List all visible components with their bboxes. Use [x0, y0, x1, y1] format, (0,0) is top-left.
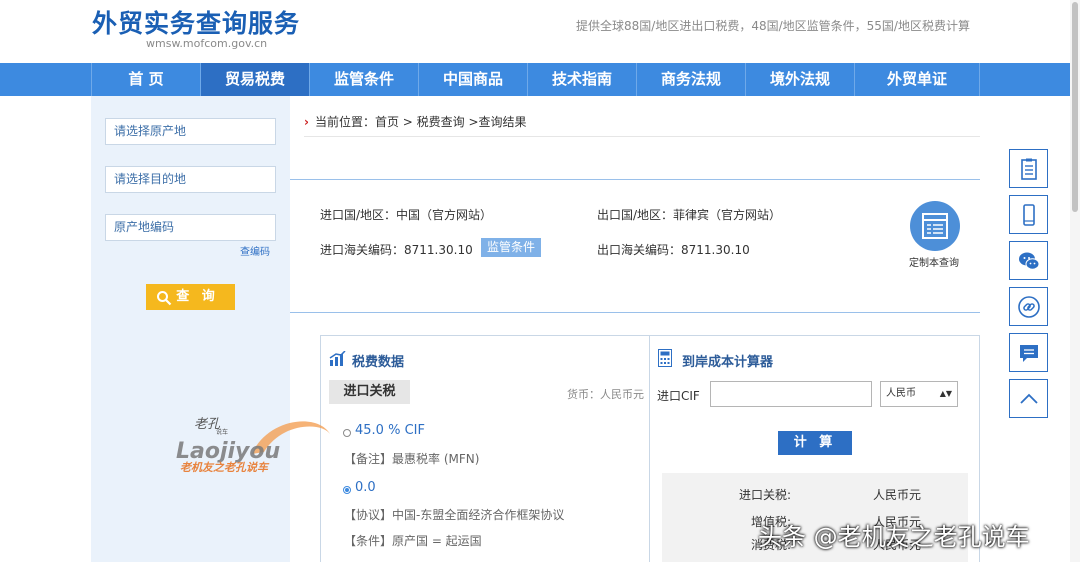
nav-item-china-goods[interactable]: 中国商品	[418, 63, 527, 96]
import-region: 进口国/地区：中国（官方网站）	[320, 208, 493, 222]
results-section-tab: 结果	[290, 289, 360, 313]
chevron-right-icon: ›	[304, 115, 309, 129]
result-import-duty-label: 进口关税:	[739, 488, 792, 502]
scrollbar-thumb[interactable]	[1072, 2, 1078, 212]
calculator-title: 到岸成本计算器	[682, 355, 774, 370]
mobile-icon	[1023, 204, 1035, 226]
conditions-title: 条件	[306, 160, 334, 176]
nav-item-foreign-law[interactable]: 境外法规	[745, 63, 854, 96]
document-list-icon	[922, 213, 948, 239]
watermark-logo: 老孔 说车 Laojiyou 老机友之老孔说车	[172, 414, 332, 474]
currency-label: 货币：人民币元	[567, 388, 644, 401]
laojiyou-logo-icon: 老孔 说车 Laojiyou 老机友之老孔说车	[176, 417, 330, 474]
main-nav: 首 页 贸易税费 监管条件 中国商品 技术指南 商务法规 境外法规 外贸单证	[0, 63, 1070, 96]
check-code-link[interactable]: 查编码	[240, 243, 270, 258]
export-hs-code: 出口海关编码：8711.30.10	[597, 243, 750, 257]
results-divider	[290, 312, 980, 313]
nav-item-business-law[interactable]: 商务法规	[636, 63, 745, 96]
origin-select[interactable]: 请选择原产地	[105, 118, 276, 145]
rate-fta-condition: 【条件】原产国 = 起运国	[344, 534, 482, 548]
float-link-button[interactable]	[1009, 287, 1048, 326]
rate-fta-agreement: 【协议】中国-东盟全面经济合作框架协议	[344, 508, 565, 522]
results-title: 结果	[306, 293, 334, 309]
breadcrumb-path[interactable]: 首页 > 税费查询 >查询结果	[375, 115, 527, 129]
site-description: 提供全球88国/地区进出口税费，48国/地区监管条件，55国/地区税费计算	[576, 19, 970, 33]
query-button[interactable]: 查 询	[146, 284, 235, 310]
cif-input[interactable]	[710, 381, 872, 407]
float-message-button[interactable]	[1009, 333, 1048, 372]
scrollbar[interactable]	[1070, 0, 1080, 562]
search-icon	[157, 291, 172, 306]
watermark-caption: 头条 @老机友之老孔说车	[758, 523, 1030, 551]
message-icon	[1020, 345, 1038, 362]
select-arrows-icon: ▲▼	[939, 389, 952, 398]
float-clipboard-button[interactable]	[1009, 149, 1048, 188]
nav-item-trade-docs[interactable]: 外贸单证	[854, 63, 979, 96]
conditions-divider	[290, 179, 980, 180]
regulation-button[interactable]: 监管条件	[481, 238, 541, 257]
bar-chart-icon	[329, 351, 346, 366]
custom-query-label[interactable]: 定制本查询	[909, 254, 959, 269]
chevron-up-icon	[1020, 393, 1038, 404]
site-domain: wmsw.mofcom.gov.cn	[146, 37, 268, 50]
breadcrumb-prefix: 当前位置：	[314, 115, 375, 129]
calculator-icon	[658, 349, 672, 367]
link-icon	[1018, 296, 1040, 318]
tax-data-title: 税费数据	[352, 355, 405, 370]
nav-item-trade-tax[interactable]: 贸易税费	[200, 63, 309, 96]
origin-code-input[interactable]: 原产地编码	[105, 214, 276, 241]
clipboard-icon	[1021, 158, 1037, 180]
currency-select-value: 人民币	[886, 388, 916, 399]
tab-import-duty[interactable]: 进口关税	[329, 380, 410, 404]
rate-mfn: 45.0 % CIF	[355, 423, 425, 438]
panel-divider	[649, 335, 650, 562]
wechat-icon	[1019, 252, 1040, 270]
rate-fta: 0.0	[355, 480, 376, 495]
breadcrumb-divider	[304, 136, 980, 137]
rate-mfn-note: 【备注】最惠税率 (MFN)	[344, 452, 480, 466]
float-mobile-button[interactable]	[1009, 195, 1048, 234]
destination-select[interactable]: 请选择目的地	[105, 166, 276, 193]
cif-label: 进口CIF	[657, 389, 700, 403]
import-hs-code: 进口海关编码：8711.30.10	[320, 243, 473, 257]
query-button-label: 查 询	[176, 289, 219, 304]
svg-text:说车: 说车	[216, 428, 228, 436]
svg-text:老机友之老孔说车: 老机友之老孔说车	[180, 461, 270, 474]
conditions-section-tab: 条件	[290, 156, 360, 180]
nav-item-home[interactable]: 首 页	[91, 63, 200, 96]
float-wechat-button[interactable]	[1009, 241, 1048, 280]
back-to-top-button[interactable]	[1009, 379, 1048, 418]
nav-item-tech-guide[interactable]: 技术指南	[527, 63, 636, 96]
rate-radio-mfn[interactable]	[343, 429, 351, 437]
result-import-duty-value: 人民币元	[873, 488, 922, 502]
site-title: 外贸实务查询服务	[92, 9, 301, 38]
nav-item-regulation[interactable]: 监管条件	[309, 63, 418, 96]
currency-select[interactable]: 人民币 ▲▼	[880, 381, 958, 407]
custom-query-button[interactable]	[910, 201, 960, 251]
search-sidebar: 请选择原产地 请选择目的地 原产地编码 查编码 查 询	[91, 96, 290, 562]
export-region: 出口国/地区：菲律宾（官方网站）	[597, 208, 782, 222]
breadcrumb: › 当前位置：首页 > 税费查询 >查询结果	[304, 113, 527, 130]
nav-divider	[979, 63, 980, 96]
rate-radio-fta[interactable]	[343, 486, 351, 494]
calculate-button[interactable]: 计 算	[778, 431, 852, 455]
